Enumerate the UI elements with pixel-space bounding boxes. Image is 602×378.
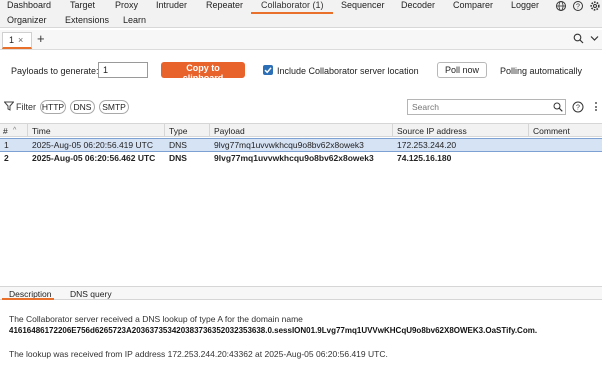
column-divider[interactable] bbox=[528, 123, 529, 137]
filter-pill-smtp[interactable]: SMTP bbox=[99, 100, 129, 114]
svg-text:?: ? bbox=[576, 105, 580, 112]
description-line-3: The lookup was received from IP address … bbox=[9, 349, 388, 359]
sort-asc-icon: ^ bbox=[13, 127, 17, 134]
top-nav: Dashboard Target Proxy Intruder Repeater… bbox=[0, 0, 602, 28]
globe-icon[interactable] bbox=[555, 0, 567, 12]
nav-tab-repeater[interactable]: Repeater bbox=[206, 0, 243, 10]
col-header-time[interactable]: Time bbox=[32, 126, 51, 136]
detail-tabs: Description DNS query bbox=[0, 286, 602, 300]
col-header-comment[interactable]: Comment bbox=[533, 126, 570, 136]
table-row[interactable]: 1 2025-Aug-05 06:20:56.419 UTC DNS 9lvg7… bbox=[0, 138, 602, 152]
column-divider[interactable] bbox=[164, 123, 165, 137]
table-row[interactable]: 2 2025-Aug-05 06:20:56.462 UTC DNS 9lvg7… bbox=[0, 152, 602, 164]
nav-tab-sequencer[interactable]: Sequencer bbox=[341, 0, 385, 10]
search-box[interactable] bbox=[407, 99, 566, 115]
description-domain-name: 41616486172206E756d6265723A2036373534203… bbox=[9, 326, 538, 335]
cell-payload: 9lvg77mq1uvvwkhcqu9o8bv62x8owek3 bbox=[214, 153, 374, 163]
nav-tab-proxy[interactable]: Proxy bbox=[115, 0, 138, 10]
payloads-label: Payloads to generate: bbox=[11, 66, 99, 76]
polling-status: Polling automatically bbox=[500, 66, 583, 76]
chevron-down-icon[interactable] bbox=[590, 34, 599, 44]
filter-label: Filter bbox=[16, 102, 36, 112]
nav-tab-intruder[interactable]: Intruder bbox=[156, 0, 187, 10]
nav-tab-learn[interactable]: Learn bbox=[123, 15, 146, 25]
subtab-1[interactable]: 1 × bbox=[2, 32, 32, 49]
column-divider[interactable] bbox=[209, 123, 210, 137]
add-tab-icon[interactable]: + bbox=[37, 31, 45, 46]
table-header: # ^ Time Type Payload Source IP address … bbox=[0, 123, 602, 137]
filter-pill-dns[interactable]: DNS bbox=[70, 100, 95, 114]
more-options-icon[interactable] bbox=[595, 102, 597, 113]
filter-pill-http[interactable]: HTTP bbox=[40, 100, 66, 114]
cell-number: 2 bbox=[4, 153, 9, 163]
include-location-checkbox[interactable] bbox=[263, 65, 273, 75]
svg-text:?: ? bbox=[576, 4, 580, 11]
cell-type: DNS bbox=[169, 140, 187, 150]
column-divider[interactable] bbox=[392, 123, 393, 137]
nav-tab-dashboard[interactable]: Dashboard bbox=[7, 0, 51, 10]
cell-time: 2025-Aug-05 06:20:56.419 UTC bbox=[32, 140, 153, 150]
subtab-bar: 1 × + bbox=[0, 30, 602, 50]
payloads-input[interactable] bbox=[98, 62, 148, 78]
include-location-label: Include Collaborator server location bbox=[277, 66, 419, 76]
close-icon[interactable]: × bbox=[18, 35, 23, 45]
nav-tab-extensions[interactable]: Extensions bbox=[65, 15, 109, 25]
help-icon[interactable]: ? bbox=[572, 0, 584, 12]
nav-tab-logger[interactable]: Logger bbox=[511, 0, 539, 10]
column-divider[interactable] bbox=[27, 123, 28, 137]
cell-source-ip: 74.125.16.180 bbox=[397, 153, 452, 163]
search-icon[interactable] bbox=[573, 33, 584, 46]
cell-payload: 9lvg77mq1uvvwkhcqu9o8bv62x8owek3 bbox=[214, 140, 364, 150]
cell-time: 2025-Aug-05 06:20:56.462 UTC bbox=[32, 153, 156, 163]
col-header-payload[interactable]: Payload bbox=[214, 126, 245, 136]
cell-type: DNS bbox=[169, 153, 187, 163]
col-header-type[interactable]: Type bbox=[169, 126, 187, 136]
nav-tab-target[interactable]: Target bbox=[70, 0, 95, 10]
nav-tab-decoder[interactable]: Decoder bbox=[401, 0, 435, 10]
search-icon[interactable] bbox=[553, 102, 563, 114]
nav-tab-comparer[interactable]: Comparer bbox=[453, 0, 493, 10]
search-input[interactable] bbox=[410, 101, 545, 113]
settings-icon[interactable] bbox=[589, 0, 601, 12]
poll-now-button[interactable]: Poll now bbox=[437, 62, 487, 78]
tab-dns-query[interactable]: DNS query bbox=[70, 289, 112, 299]
description-line-1: The Collaborator server received a DNS l… bbox=[9, 314, 303, 324]
help-icon[interactable]: ? bbox=[572, 101, 584, 115]
cell-source-ip: 172.253.244.20 bbox=[397, 140, 457, 150]
active-detail-tab-indicator bbox=[2, 298, 54, 300]
cell-number: 1 bbox=[4, 140, 9, 150]
nav-tab-collaborator[interactable]: Collaborator (1) bbox=[261, 0, 324, 10]
col-header-number[interactable]: # bbox=[3, 126, 8, 136]
active-tab-indicator bbox=[251, 12, 333, 14]
filter-icon[interactable] bbox=[3, 101, 15, 113]
col-header-source-ip[interactable]: Source IP address bbox=[397, 126, 467, 136]
nav-tab-organizer[interactable]: Organizer bbox=[7, 15, 47, 25]
subtab-label: 1 bbox=[9, 35, 15, 45]
copy-to-clipboard-button[interactable]: Copy to clipboard bbox=[161, 62, 245, 83]
